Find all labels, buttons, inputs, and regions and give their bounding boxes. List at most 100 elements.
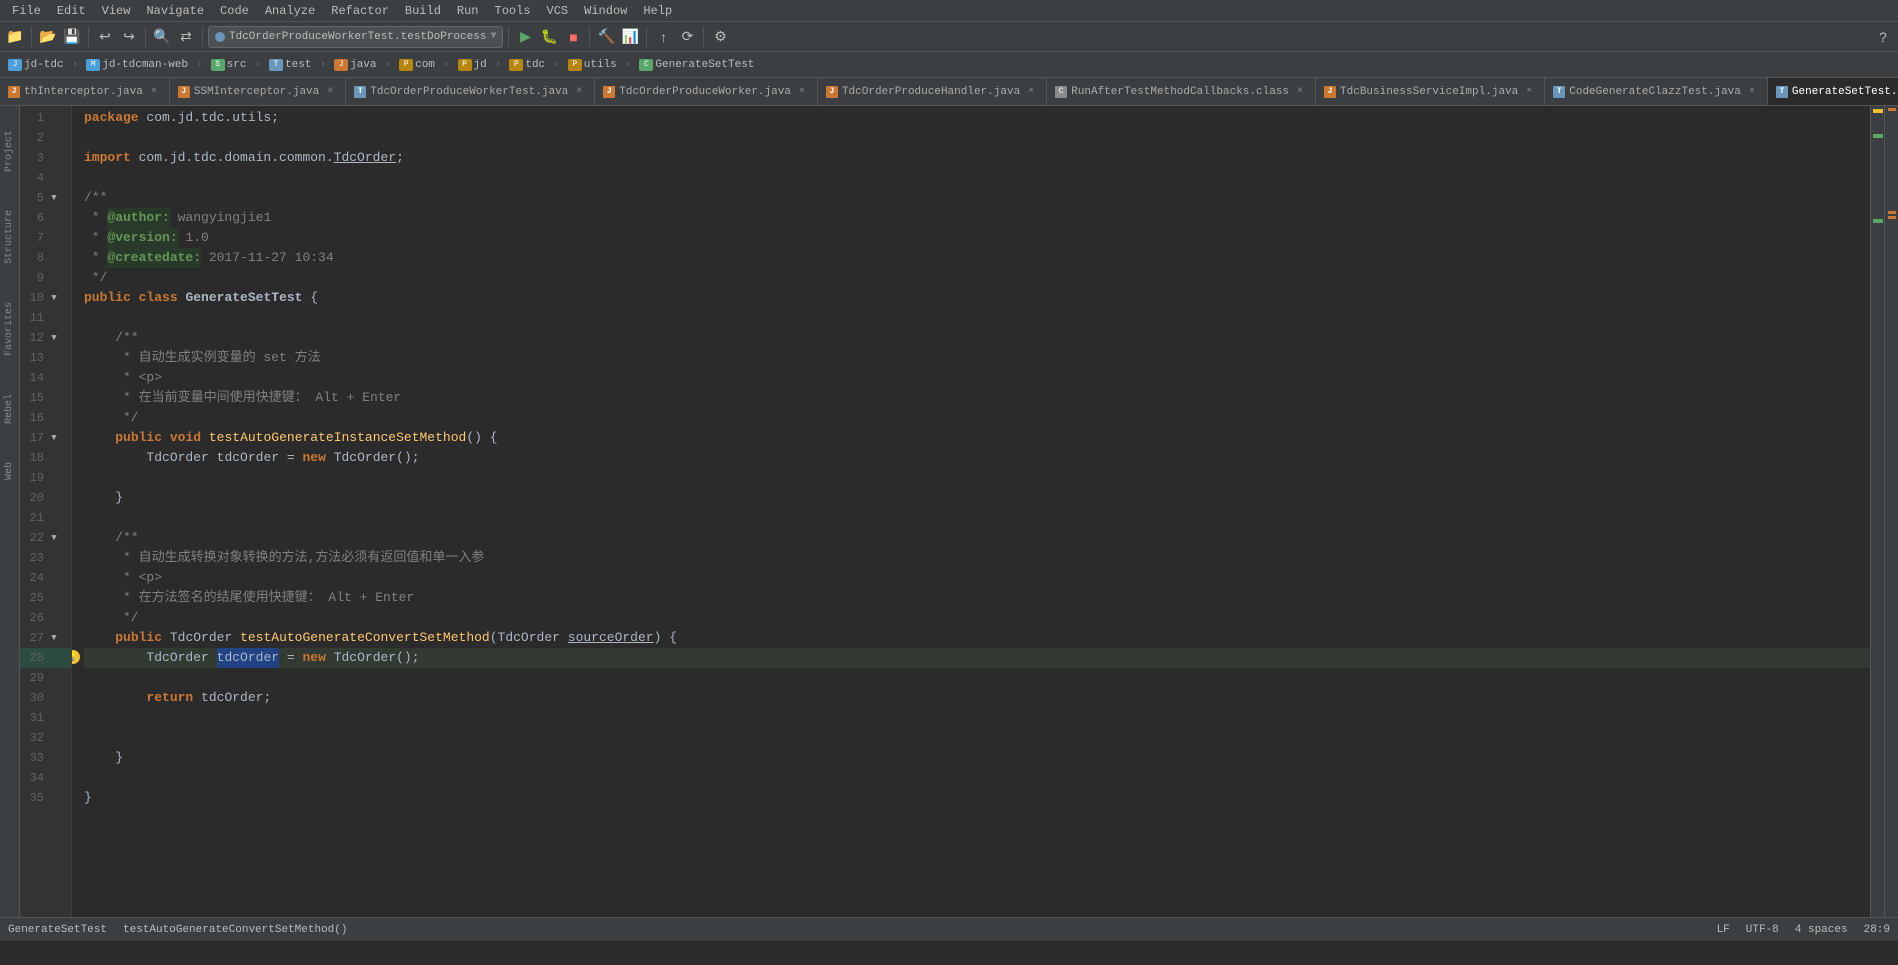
tab-generatesettest[interactable]: T GenerateSetTest.java × (1768, 78, 1898, 105)
comment-8a: * (84, 248, 107, 268)
tab-tdcbusinessserviceimpl[interactable]: J TdcBusinessServiceImpl.java × (1316, 78, 1545, 105)
comment-16: */ (84, 408, 139, 428)
bc-test[interactable]: T test (265, 57, 315, 73)
tab-close-4[interactable]: × (795, 85, 809, 99)
toolbar-settings-btn[interactable]: ⚙ (709, 26, 731, 48)
menu-build[interactable]: Build (397, 0, 449, 21)
tab-close-8[interactable]: × (1745, 85, 1759, 99)
toolbar-vcs-btn[interactable]: ↑ (652, 26, 674, 48)
status-position: 28:9 (1864, 924, 1890, 936)
lightbulb-icon[interactable]: 💡 (72, 650, 80, 664)
classname-generatesettest: GenerateSetTest (185, 288, 302, 308)
toolbar-new-project[interactable]: 📁 (4, 26, 26, 48)
vtab-rebel[interactable]: Rebel (2, 390, 17, 428)
bc-test-label: test (285, 59, 311, 71)
menu-edit[interactable]: Edit (49, 0, 94, 21)
vtab-structure[interactable]: Structure (2, 206, 17, 268)
bc-jd-tdc[interactable]: J jd-tdc (4, 57, 68, 73)
bc-generatesettest[interactable]: C GenerateSetTest (635, 57, 758, 73)
tab-close-1[interactable]: × (147, 85, 161, 99)
vtab-project[interactable]: Project (2, 126, 17, 176)
ln-fold-10[interactable]: ▼ (48, 293, 60, 303)
var-tdcorder-return: tdcOrder (201, 688, 263, 708)
toolbar-help-btn[interactable]: ? (1872, 26, 1894, 48)
toolbar-replace[interactable]: ⇄ (175, 26, 197, 48)
menu-file[interactable]: File (4, 0, 49, 21)
menu-vcs[interactable]: VCS (539, 0, 577, 21)
bc-tdc[interactable]: P tdc (505, 57, 549, 73)
ln-21: 21 (20, 508, 71, 528)
toolbar-coverage-btn[interactable]: 📊 (619, 26, 641, 48)
comment-7a: * (84, 228, 107, 248)
ln-fold-22[interactable]: ▼ (48, 533, 60, 543)
comment-15: * 在当前变量中间使用快捷键： (84, 388, 308, 408)
toolbar-find[interactable]: 🔍 (151, 26, 173, 48)
tab-close-2[interactable]: × (323, 85, 337, 99)
ln-27: 27▼ (20, 628, 71, 648)
toolbar-build-btn[interactable]: 🔨 (595, 26, 617, 48)
menu-tools[interactable]: Tools (487, 0, 539, 21)
toolbar-save[interactable]: 💾 (61, 26, 83, 48)
menu-refactor[interactable]: Refactor (323, 0, 397, 21)
tabs-bar: J thInterceptor.java × J SSMInterceptor.… (0, 78, 1898, 106)
toolbar-undo[interactable]: ↩ (94, 26, 116, 48)
toolbar-open[interactable]: 📂 (37, 26, 59, 48)
menu-help[interactable]: Help (635, 0, 680, 21)
bc-com[interactable]: P com (395, 57, 439, 73)
toolbar-redo[interactable]: ↪ (118, 26, 140, 48)
toolbar-debug-btn[interactable]: 🐛 (538, 26, 560, 48)
menu-view[interactable]: View (94, 0, 139, 21)
ln-num-27: 27 (20, 631, 48, 645)
code-line-15: * 在当前变量中间使用快捷键： Alt + Enter (84, 388, 1870, 408)
menu-analyze[interactable]: Analyze (257, 0, 323, 21)
menu-navigate[interactable]: Navigate (138, 0, 212, 21)
vtab-web[interactable]: Web (2, 458, 17, 484)
bc-jd[interactable]: P jd (454, 57, 491, 73)
tab-tdcorderproducehandler[interactable]: J TdcOrderProduceHandler.java × (818, 78, 1047, 105)
tab-tdcorderproduceworker[interactable]: J TdcOrderProduceWorker.java × (595, 78, 818, 105)
gutter-mark-warning-1 (1873, 109, 1883, 113)
vtab-favorites[interactable]: Favorites (2, 298, 17, 360)
comment-26: */ (84, 608, 139, 628)
bc-sep3: › (254, 59, 261, 71)
ln-fold-12[interactable]: ▼ (48, 333, 60, 343)
kw-void: void (170, 428, 201, 448)
toolbar-run-btn[interactable]: ▶ (514, 26, 536, 48)
run-config-selector[interactable]: TdcOrderProduceWorkerTest.testDoProcess … (208, 26, 503, 48)
toolbar: 📁 📂 💾 ↩ ↪ 🔍 ⇄ TdcOrderProduceWorkerTest.… (0, 22, 1898, 52)
menu-code[interactable]: Code (212, 0, 257, 21)
toolbar-update-btn[interactable]: ⟳ (676, 26, 698, 48)
menu-run[interactable]: Run (449, 0, 487, 21)
bc-src[interactable]: S src (207, 57, 251, 73)
tab-close-5[interactable]: × (1024, 85, 1038, 99)
far-right-panel (1884, 106, 1898, 917)
menu-window[interactable]: Window (576, 0, 635, 21)
bc-java[interactable]: J java (330, 57, 380, 73)
tab-codegenerateclazztest[interactable]: T CodeGenerateClazzTest.java × (1545, 78, 1768, 105)
tab-thinterceptor[interactable]: J thInterceptor.java × (0, 78, 170, 105)
bc-sep4: › (319, 59, 326, 71)
toolbar-stop-btn[interactable]: ■ (562, 26, 584, 48)
tab-close-3[interactable]: × (572, 85, 586, 99)
ln-num-34: 34 (20, 771, 48, 785)
code-line-32 (84, 728, 1870, 748)
ln-fold-27[interactable]: ▼ (48, 633, 60, 643)
tab-ssminterceptor[interactable]: J SSMInterceptor.java × (170, 78, 346, 105)
ln-fold-17[interactable]: ▼ (48, 433, 60, 443)
code-editor[interactable]: package com.jd.tdc.utils; import com.jd.… (72, 106, 1870, 917)
tab-runaftertestmethodcallbacks[interactable]: C RunAfterTestMethodCallbacks.class × (1047, 78, 1316, 105)
tab-close-7[interactable]: × (1522, 85, 1536, 99)
ln-22: 22▼ (20, 528, 71, 548)
tab-close-6[interactable]: × (1293, 85, 1307, 99)
ln-3: 3 (20, 148, 71, 168)
bc-test-icon: T (269, 59, 283, 71)
right-error-stripe (1870, 106, 1884, 917)
tab-tdcorderproduceworkertest[interactable]: T TdcOrderProduceWorkerTest.java × (346, 78, 595, 105)
comment-25: * 在方法签名的结尾使用快捷键： (84, 588, 321, 608)
bc-utils[interactable]: P utils (564, 57, 621, 73)
ln-fold-5[interactable]: ▼ (48, 193, 60, 203)
bc-jd-tdcman-web[interactable]: M jd-tdcman-web (82, 57, 192, 73)
kw-public-10: public (84, 288, 131, 308)
ln-13: 13 (20, 348, 71, 368)
status-lf: LF (1717, 924, 1730, 936)
